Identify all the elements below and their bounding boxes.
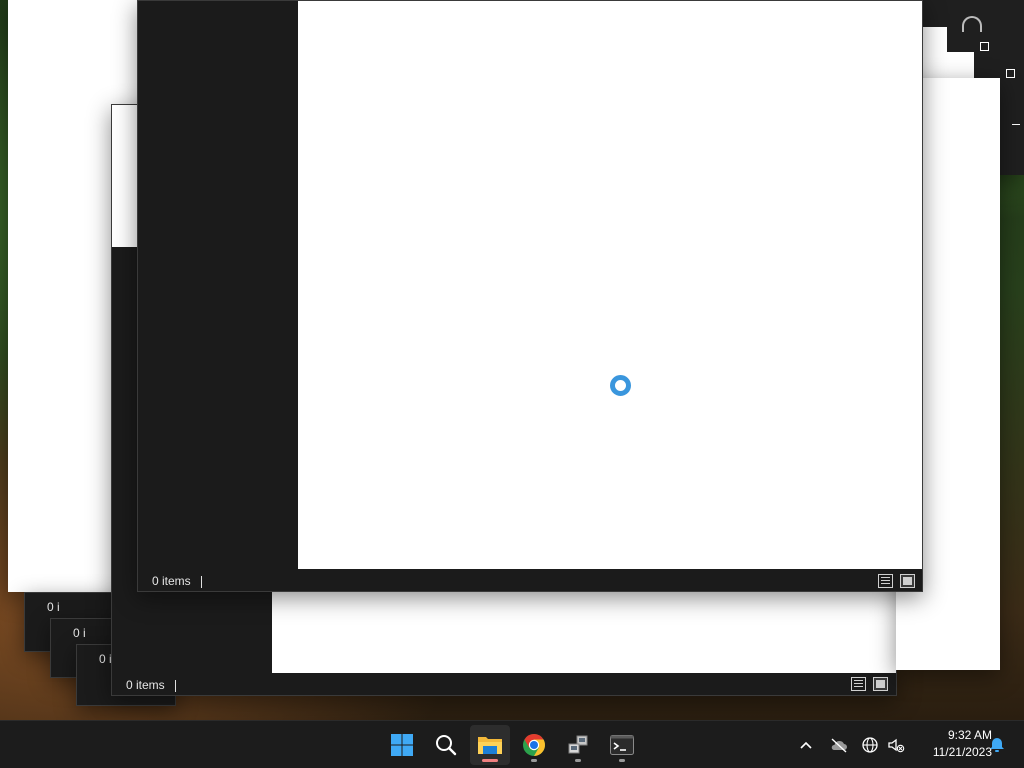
search-button[interactable]: [426, 725, 466, 765]
clock[interactable]: 9:32 AM 11/21/2023: [904, 727, 992, 761]
status-bar-item-count: 0 items: [126, 674, 176, 696]
maximize-button[interactable]: [980, 42, 989, 51]
status-bar-separator: [200, 575, 202, 588]
details-view-button[interactable]: [878, 574, 893, 588]
window-control-icon: [962, 16, 982, 32]
window-header-area: [112, 105, 138, 247]
running-app-indicator: [531, 759, 537, 762]
status-bar-text: 0 items: [152, 574, 191, 588]
status-bar-text: 0 items: [126, 678, 165, 692]
network-tool-taskbar-button[interactable]: [558, 725, 598, 765]
search-icon: [436, 735, 457, 756]
chrome-taskbar-button[interactable]: [514, 725, 554, 765]
status-bar-item-count: 0 items: [152, 570, 202, 592]
chrome-icon: [523, 734, 545, 756]
bell-icon[interactable]: [987, 735, 1007, 755]
desktop: 0 i 0 i 0 i 0 items 0 items: [0, 0, 1024, 720]
stacked-window-status: 0 i: [99, 652, 112, 666]
details-view-button[interactable]: [851, 677, 866, 691]
active-app-indicator: [482, 759, 498, 762]
stacked-window-status: 0 i: [47, 600, 60, 614]
large-icons-view-button[interactable]: [900, 574, 915, 588]
chevron-up-icon[interactable]: [796, 735, 816, 755]
speaker-muted-icon[interactable]: [886, 735, 906, 755]
minimize-button[interactable]: [1012, 124, 1020, 125]
windows-logo-icon: [391, 734, 413, 756]
window-content: [920, 27, 947, 52]
stacked-window-status: 0 i: [73, 626, 86, 640]
terminal-icon: [610, 735, 634, 755]
terminal-taskbar-button[interactable]: [602, 725, 642, 765]
maximize-button[interactable]: [1006, 69, 1015, 78]
running-app-indicator: [619, 759, 625, 762]
folder-icon: [478, 737, 502, 754]
taskbar: 9:32 AM 11/21/2023: [0, 720, 1024, 768]
running-app-indicator: [575, 759, 581, 762]
file-explorer-taskbar-button[interactable]: [470, 725, 510, 765]
explorer-window-front[interactable]: 0 items: [137, 0, 923, 592]
background-window-right-3[interactable]: [922, 52, 974, 78]
content-pane: [298, 1, 922, 569]
loading-spinner-icon: [610, 375, 631, 396]
cloud-offline-icon[interactable]: [829, 735, 849, 755]
start-button[interactable]: [382, 725, 422, 765]
status-bar-separator: [174, 679, 176, 692]
globe-icon[interactable]: [860, 735, 880, 755]
clock-date: 11/21/2023: [932, 745, 992, 759]
network-computers-icon: [568, 735, 588, 754]
clock-time: 9:32 AM: [947, 728, 992, 742]
large-icons-view-button[interactable]: [873, 677, 888, 691]
